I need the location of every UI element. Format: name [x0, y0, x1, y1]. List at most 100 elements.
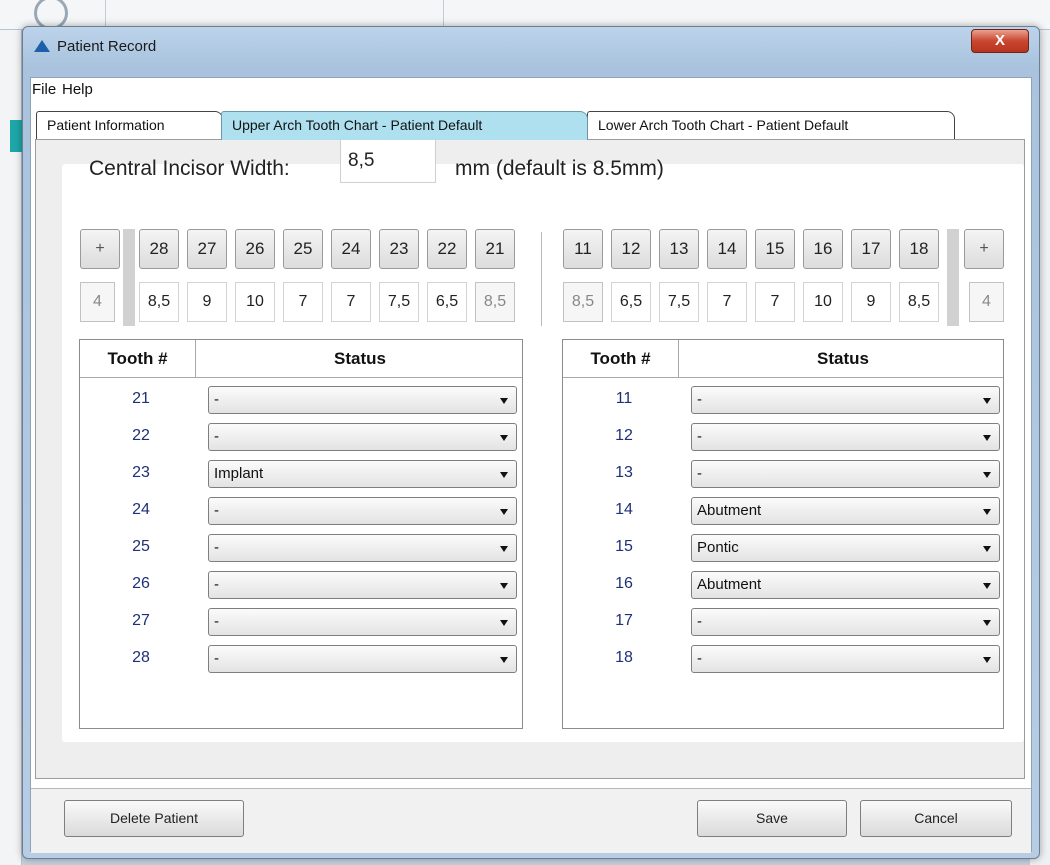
table-row: 15 Pontic [563, 530, 1003, 567]
status-value: - [214, 391, 219, 408]
upper-left-status-table: Tooth # Status 21 - 22 - 23 Implant 24 -… [79, 339, 523, 729]
table-row: 13 - [563, 456, 1003, 493]
status-dropdown[interactable]: - [208, 534, 517, 562]
tooth-button-23[interactable]: 23 [379, 229, 419, 269]
tooth-number: 14 [615, 501, 633, 518]
tooth-number: 22 [132, 427, 150, 444]
tooth-width-13[interactable]: 7,5 [659, 282, 699, 322]
tooth-number: 18 [615, 649, 633, 666]
central-incisor-width-input[interactable] [340, 139, 436, 183]
status-dropdown[interactable]: Abutment [691, 571, 1000, 599]
tab-strip: Patient Information Upper Arch Tooth Cha… [31, 111, 1031, 140]
tooth-width-16[interactable]: 10 [803, 282, 843, 322]
tooth-width-21[interactable]: 8,5 [475, 282, 515, 322]
status-value: - [697, 613, 702, 630]
status-value: - [697, 465, 702, 482]
tooth-width-23[interactable]: 7,5 [379, 282, 419, 322]
status-dropdown[interactable]: - [208, 571, 517, 599]
tooth-number: 26 [132, 575, 150, 592]
caret-down-icon [500, 657, 508, 663]
left-extra-count: 4 [80, 282, 115, 322]
title-bar[interactable]: Patient Record X [23, 27, 1039, 67]
status-dropdown[interactable]: - [691, 608, 1000, 636]
status-dropdown[interactable]: Pontic [691, 534, 1000, 562]
column-header-status: Status [817, 349, 869, 368]
tooth-button-21[interactable]: 21 [475, 229, 515, 269]
tooth-button-14[interactable]: 14 [707, 229, 747, 269]
status-dropdown[interactable]: - [691, 423, 1000, 451]
status-dropdown[interactable]: - [208, 423, 517, 451]
status-dropdown[interactable]: - [208, 497, 517, 525]
tooth-width-11[interactable]: 8,5 [563, 282, 603, 322]
caret-down-icon [500, 546, 508, 552]
tooth-width-24[interactable]: 7 [331, 282, 371, 322]
tooth-button-27[interactable]: 27 [187, 229, 227, 269]
right-drag-handle[interactable] [947, 229, 959, 326]
tooth-number: 12 [615, 427, 633, 444]
caret-down-icon [500, 435, 508, 441]
save-button[interactable]: Save [697, 800, 847, 837]
status-dropdown[interactable]: Implant [208, 460, 517, 488]
delete-patient-button[interactable]: Delete Patient [64, 800, 244, 837]
tooth-width-26[interactable]: 10 [235, 282, 275, 322]
tab-patient-information[interactable]: Patient Information [36, 111, 223, 140]
tooth-width-27[interactable]: 9 [187, 282, 227, 322]
tooth-button-22[interactable]: 22 [427, 229, 467, 269]
window-title: Patient Record [57, 38, 157, 55]
tooth-button-11[interactable]: 11 [563, 229, 603, 269]
status-dropdown[interactable]: - [691, 645, 1000, 673]
status-dropdown[interactable]: - [208, 645, 517, 673]
add-left-tooth-button[interactable]: + [80, 229, 120, 269]
tooth-width-14[interactable]: 7 [707, 282, 747, 322]
status-value: Implant [214, 465, 264, 482]
status-dropdown[interactable]: - [691, 386, 1000, 414]
tooth-button-18[interactable]: 18 [899, 229, 939, 269]
tooth-width-18[interactable]: 8,5 [899, 282, 939, 322]
tooth-button-17[interactable]: 17 [851, 229, 891, 269]
column-header-status: Status [334, 349, 386, 368]
tab-lower-arch-tooth-chart[interactable]: Lower Arch Tooth Chart - Patient Default [587, 111, 955, 140]
menu-help[interactable]: Help [62, 81, 93, 98]
tooth-width-28[interactable]: 8,5 [139, 282, 179, 322]
background-accent [10, 120, 22, 152]
central-incisor-width-unit: mm (default is 8.5mm) [455, 157, 664, 180]
tooth-button-15[interactable]: 15 [755, 229, 795, 269]
tooth-button-24[interactable]: 24 [331, 229, 371, 269]
status-dropdown[interactable]: - [208, 386, 517, 414]
status-dropdown[interactable]: - [691, 460, 1000, 488]
tooth-button-12[interactable]: 12 [611, 229, 651, 269]
tooth-width-25[interactable]: 7 [283, 282, 323, 322]
tooth-width-15[interactable]: 7 [755, 282, 795, 322]
tooth-button-28[interactable]: 28 [139, 229, 179, 269]
tooth-button-16[interactable]: 16 [803, 229, 843, 269]
add-right-tooth-button[interactable]: + [964, 229, 1004, 269]
background-sidebar [0, 30, 22, 865]
tooth-button-25[interactable]: 25 [283, 229, 323, 269]
table-row: 26 - [80, 567, 522, 604]
tooth-button-13[interactable]: 13 [659, 229, 699, 269]
table-row: 12 - [563, 419, 1003, 456]
tooth-number: 25 [132, 538, 150, 555]
upper-right-status-table: Tooth # Status 11 - 12 - 13 - 14 Abutmen… [562, 339, 1004, 729]
tooth-button-26[interactable]: 26 [235, 229, 275, 269]
tooth-number: 21 [132, 390, 150, 407]
status-value: - [214, 428, 219, 445]
tooth-width-17[interactable]: 9 [851, 282, 891, 322]
status-value: - [214, 613, 219, 630]
status-value: Pontic [697, 539, 739, 556]
left-drag-handle[interactable] [123, 229, 135, 326]
close-button[interactable]: X [971, 29, 1029, 53]
tooth-width-22[interactable]: 6,5 [427, 282, 467, 322]
caret-down-icon [983, 435, 991, 441]
status-value: - [697, 428, 702, 445]
tooth-number: 13 [615, 464, 633, 481]
status-dropdown[interactable]: - [208, 608, 517, 636]
tab-upper-arch-tooth-chart[interactable]: Upper Arch Tooth Chart - Patient Default [221, 111, 588, 140]
triangle-logo-icon [34, 40, 50, 52]
status-dropdown[interactable]: Abutment [691, 497, 1000, 525]
cancel-button[interactable]: Cancel [860, 800, 1012, 837]
menu-bar: File Help [31, 78, 1031, 102]
tooth-width-12[interactable]: 6,5 [611, 282, 651, 322]
caret-down-icon [500, 509, 508, 515]
menu-file[interactable]: File [32, 81, 56, 98]
